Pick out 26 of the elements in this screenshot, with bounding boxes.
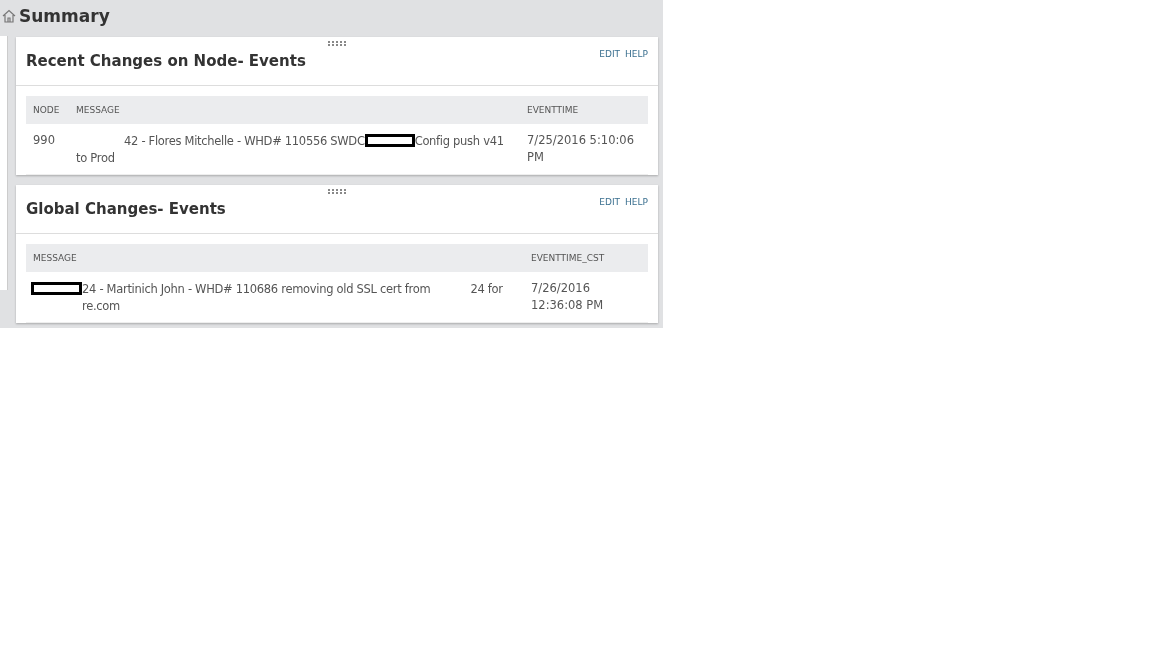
message-text: 24 - Martinich John - WHD# 110686 removing old SSL cert from (82, 281, 431, 296)
column-header: EVENTTIME (526, 105, 580, 115)
panel-title: Recent Changes on Node- Events (25, 51, 306, 72)
table-cell-text: 7/25/2016 5:10:06 PM (526, 132, 635, 166)
panel-action-link[interactable]: EDIT (599, 197, 621, 207)
message-text: Config push v41 (414, 133, 504, 148)
column-header: EVENTTIME_CST (530, 253, 606, 263)
message-text: 42 - Flores Mitchelle - WHD# 110556 SWDC (124, 133, 365, 148)
home-icon[interactable] (2, 9, 16, 23)
redaction-bar (364, 134, 415, 147)
panel-action-link[interactable]: HELP (625, 49, 648, 59)
message-text: 24 for (470, 281, 503, 296)
panel-title: Global Changes- Events (25, 199, 226, 220)
column-header: MESSAGE (75, 105, 121, 115)
drag-handle-icon[interactable] (328, 41, 347, 46)
message-text: to Prod (76, 150, 115, 165)
column-header: MESSAGE (32, 253, 78, 263)
table-cell-text: 7/26/2016 12:36:08 PM (530, 280, 605, 314)
drag-handle-icon[interactable] (328, 189, 347, 194)
redaction-bar (31, 282, 82, 295)
page-title: Summary (19, 6, 110, 26)
panel-action-link[interactable]: HELP (625, 197, 648, 207)
table-cell-text: 990 (32, 132, 56, 149)
panel-action-link[interactable]: EDIT (599, 49, 621, 59)
message-text: re.com (82, 298, 120, 313)
column-header: NODE (32, 105, 61, 115)
